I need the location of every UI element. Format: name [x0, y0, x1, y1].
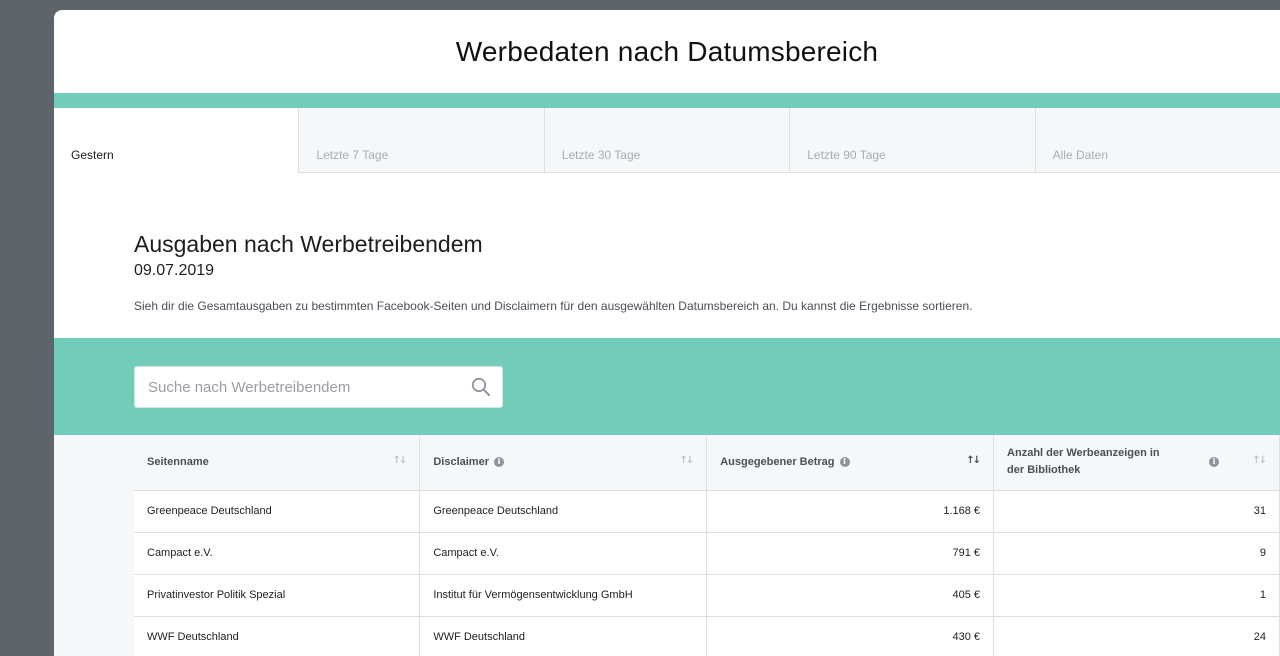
section-title: Ausgaben nach Werbetreibendem [134, 231, 483, 257]
info-icon[interactable]: i [839, 457, 850, 468]
sort-icon-active[interactable]: ↑↓ [966, 455, 981, 466]
table-row[interactable]: Campact e.V. Campact e.V. 791 € 9 [134, 532, 1280, 575]
spend-section: Ausgaben nach Werbetreibendem 09.07.2019… [54, 173, 1280, 338]
tab-letzte-90-tage[interactable]: Letzte 90 Tage [789, 108, 1034, 173]
tab-alle-daten[interactable]: Alle Daten [1034, 108, 1280, 173]
search-icon[interactable] [471, 377, 491, 397]
search-band [54, 338, 1280, 435]
cell-page-name[interactable]: Campact e.V. [134, 532, 421, 575]
info-icon[interactable]: i [1209, 457, 1219, 467]
column-header-seitenname[interactable]: Seitenname ↑↓ [134, 435, 421, 491]
table-row[interactable]: Privatinvestor Politik Spezial Institut … [134, 574, 1280, 617]
column-header-anzahl-werbeanzeigen[interactable]: Anzahl der Werbeanzeigen in der Biblioth… [993, 435, 1280, 491]
info-icon[interactable]: i [493, 457, 504, 468]
search-input[interactable] [148, 378, 458, 396]
cell-disclaimer: Greenpeace Deutschland [419, 490, 708, 533]
cell-page-name[interactable]: Greenpeace Deutschland [134, 490, 421, 533]
cell-ad-count[interactable]: 9 [993, 532, 1280, 575]
cell-page-name[interactable]: WWF Deutschland [134, 616, 421, 656]
tab-letzte-30-tage[interactable]: Letzte 30 Tage [543, 108, 789, 173]
table-row[interactable]: WWF Deutschland WWF Deutschland 430 € 24 [134, 616, 1280, 656]
cell-disclaimer: Institut für Vermögensentwicklung GmbH [419, 574, 708, 617]
column-header-label: Anzahl der Werbeanzeigen in der Biblioth… [1007, 447, 1160, 477]
advertiser-spend-table: Seitenname ↑↓ Disclaimer i ↑↓ Ausgegebene… [134, 435, 1280, 656]
cell-disclaimer: WWF Deutschland [419, 616, 708, 656]
accent-strip [54, 93, 1280, 108]
table-row[interactable]: Greenpeace Deutschland Greenpeace Deutsc… [134, 490, 1280, 533]
sort-icon[interactable]: ↑↓ [679, 455, 694, 466]
search-box [134, 366, 503, 408]
cell-ad-count[interactable]: 31 [993, 490, 1280, 533]
sort-icon[interactable]: ↑↓ [1252, 455, 1267, 466]
cell-amount: 405 € [706, 574, 995, 617]
tab-letzte-7-tage[interactable]: Letzte 7 Tage [298, 108, 543, 173]
cell-disclaimer: Campact e.V. [419, 532, 708, 575]
cell-amount: 791 € [706, 532, 995, 575]
column-header-label: Seitenname [147, 456, 209, 469]
column-header-ausgegebener-betrag[interactable]: Ausgegebener Betrag i ↑↓ [706, 435, 995, 491]
sort-icon[interactable]: ↑↓ [393, 455, 408, 466]
cell-ad-count[interactable]: 1 [993, 574, 1280, 617]
cell-amount: 430 € [706, 616, 995, 656]
table-header-row: Seitenname ↑↓ Disclaimer i ↑↓ Ausgegebene… [134, 435, 1280, 491]
window-header: Werbedaten nach Datumsbereich [54, 10, 1280, 93]
date-range-tabs: Gestern Letzte 7 Tage Letzte 30 Tage Let… [54, 108, 1280, 174]
ad-library-window: Werbedaten nach Datumsbereich Gestern Le… [54, 10, 1280, 656]
column-header-label: Ausgegebener Betrag [720, 456, 835, 469]
cell-page-name[interactable]: Privatinvestor Politik Spezial [134, 574, 421, 617]
page-title: Werbedaten nach Datumsbereich [455, 35, 879, 67]
column-header-disclaimer[interactable]: Disclaimer i ↑↓ [419, 435, 708, 491]
cell-ad-count[interactable]: 24 [993, 616, 1280, 656]
section-date: 09.07.2019 [134, 262, 215, 279]
cell-amount: 1.168 € [706, 490, 995, 533]
table-area: Seitenname ↑↓ Disclaimer i ↑↓ Ausgegebene… [54, 435, 1280, 656]
tab-gestern[interactable]: Gestern [54, 108, 299, 174]
section-description: Sieh dir die Gesamtausgaben zu bestimmte… [134, 299, 973, 313]
column-header-label: Disclaimer [433, 456, 489, 469]
